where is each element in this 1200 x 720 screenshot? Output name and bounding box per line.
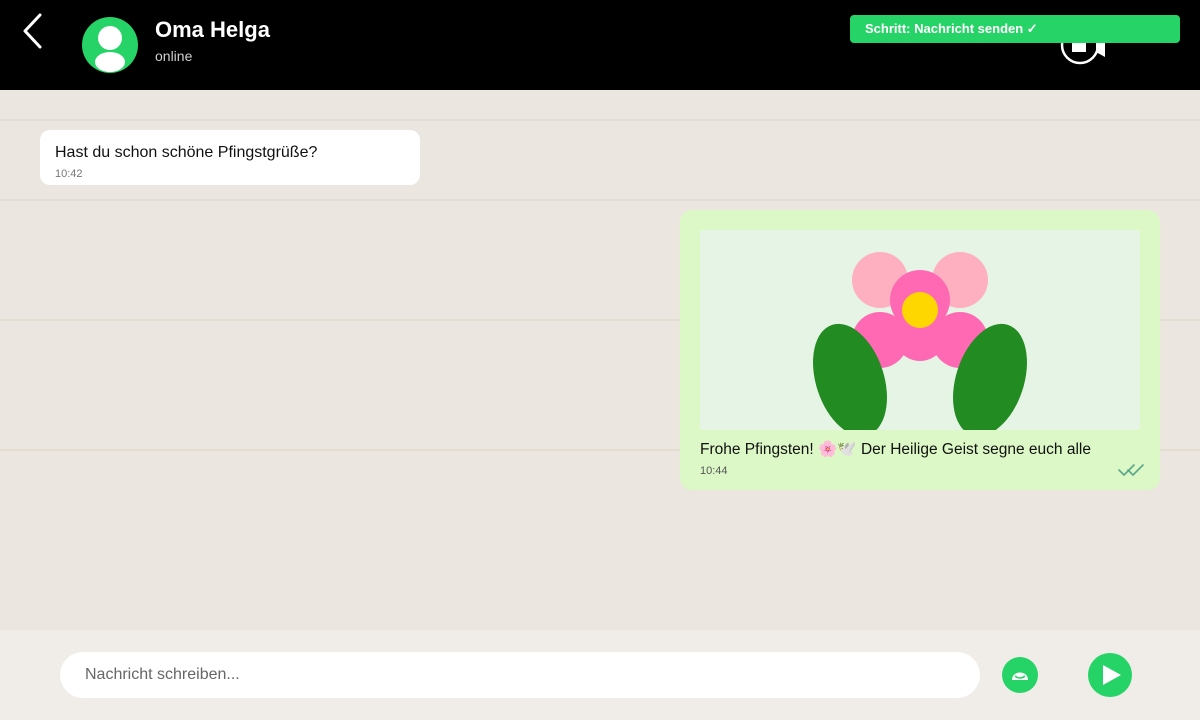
message-composer	[0, 630, 1200, 720]
step-status-badge: Schritt: Nachricht senden ✓	[850, 15, 1180, 43]
emoji-button[interactable]	[1002, 657, 1038, 693]
send-button[interactable]	[1088, 653, 1132, 697]
incoming-message[interactable]: Hast du schon schöne Pfingstgrüße? 10:42	[40, 130, 420, 185]
emoji-icon	[1012, 672, 1028, 680]
message-input[interactable]	[60, 652, 980, 698]
chat-header: Oma Helga online Schritt: Nachricht send…	[0, 0, 1200, 90]
message-image[interactable]	[700, 230, 1140, 437]
flower-illustration	[813, 252, 1027, 437]
message-time: 10:44	[700, 465, 728, 477]
outgoing-message[interactable]: Frohe Pfingsten! 🌸🕊️ Der Heilige Geist s…	[680, 210, 1160, 490]
message-text: Hast du schon schöne Pfingstgrüße?	[55, 144, 318, 161]
background-divider	[0, 119, 1200, 121]
send-icon	[1103, 665, 1121, 685]
contact-name[interactable]: Oma Helga	[155, 17, 270, 43]
back-button[interactable]	[18, 12, 52, 50]
message-time: 10:42	[55, 168, 83, 180]
double-check-icon	[1118, 464, 1144, 476]
message-text: Frohe Pfingsten! 🌸🕊️ Der Heilige Geist s…	[700, 441, 1091, 458]
read-receipt	[1118, 463, 1146, 482]
chevron-left-icon	[23, 13, 42, 49]
avatar[interactable]	[82, 17, 138, 73]
chat-area[interactable]: Hast du schon schöne Pfingstgrüße? 10:42…	[0, 90, 1200, 630]
background-divider	[0, 199, 1200, 201]
contact-status: online	[155, 48, 193, 64]
person-icon	[95, 26, 125, 72]
